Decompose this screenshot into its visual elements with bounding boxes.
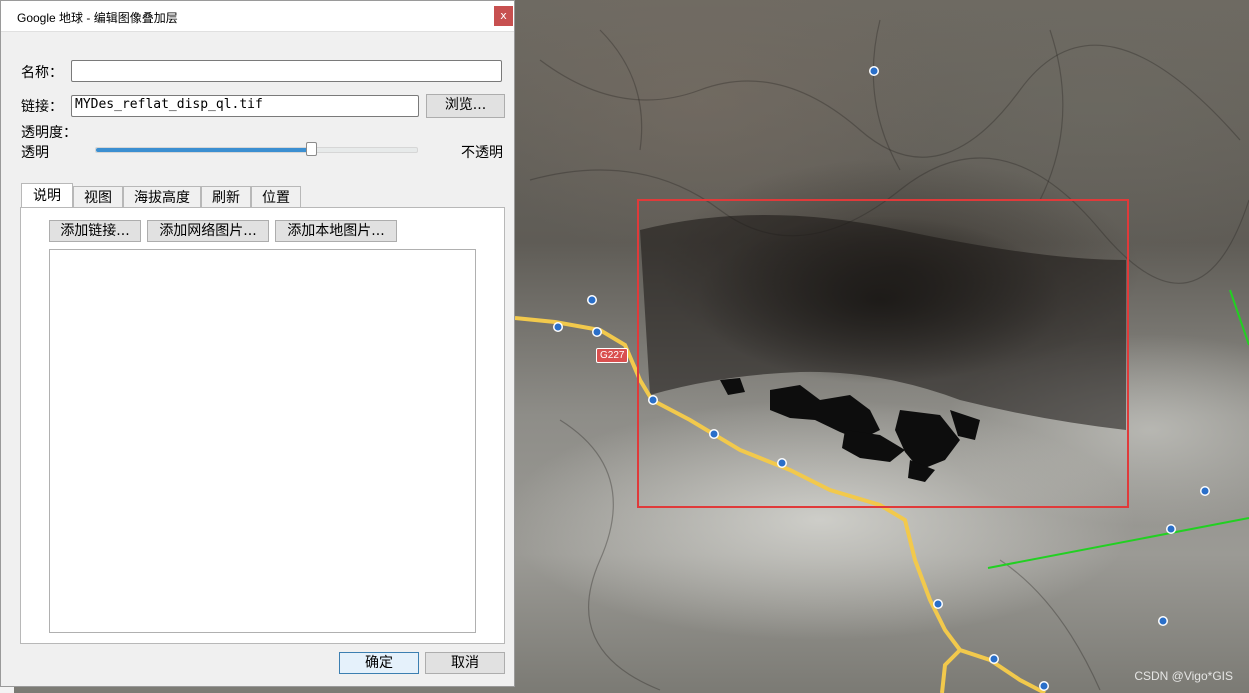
tab-bar: 说明 视图 海拔高度 刷新 位置	[21, 183, 301, 208]
dialog-title: Google 地球 - 编辑图像叠加层	[17, 11, 178, 25]
opacity-label: 透明度：	[21, 125, 77, 141]
tab-2[interactable]: 海拔高度	[123, 186, 201, 208]
opacity-slider-fill	[96, 148, 312, 152]
close-button[interactable]: x	[494, 6, 513, 26]
cancel-button[interactable]: 取消	[425, 652, 505, 674]
opacity-max-label: 不透明	[461, 145, 503, 161]
link-label: 链接：	[21, 99, 63, 115]
add-link-button[interactable]: 添加链接...	[49, 220, 141, 242]
opacity-slider-thumb[interactable]	[306, 142, 318, 156]
watermark: CSDN @Vigo*GIS	[1134, 669, 1233, 683]
opacity-slider[interactable]	[95, 142, 418, 156]
browse-button[interactable]: 浏览...	[426, 94, 505, 118]
overlay-dark-region	[640, 215, 1126, 430]
name-input[interactable]	[71, 60, 502, 82]
add-web-image-button[interactable]: 添加网络图片...	[147, 220, 269, 242]
edit-image-overlay-dialog: Google 地球 - 编辑图像叠加层 x 名称： 链接： MYDes_refl…	[0, 0, 515, 687]
title-bar[interactable]: Google 地球 - 编辑图像叠加层 x	[1, 1, 514, 32]
tab-0[interactable]: 说明	[21, 183, 73, 208]
description-tab-panel: 添加链接... 添加网络图片... 添加本地图片...	[20, 207, 505, 644]
tab-4[interactable]: 位置	[251, 186, 301, 208]
link-input[interactable]: MYDes_reflat_disp_ql.tif	[71, 95, 419, 117]
add-local-image-button[interactable]: 添加本地图片...	[275, 220, 397, 242]
ok-button[interactable]: 确定	[339, 652, 419, 674]
description-textarea[interactable]	[49, 249, 476, 633]
overlay-specks	[720, 378, 980, 482]
road-label: G227	[596, 348, 629, 363]
name-label: 名称：	[21, 65, 63, 81]
tab-1[interactable]: 视图	[73, 186, 123, 208]
tab-3[interactable]: 刷新	[201, 186, 251, 208]
opacity-min-label: 透明	[21, 145, 49, 161]
